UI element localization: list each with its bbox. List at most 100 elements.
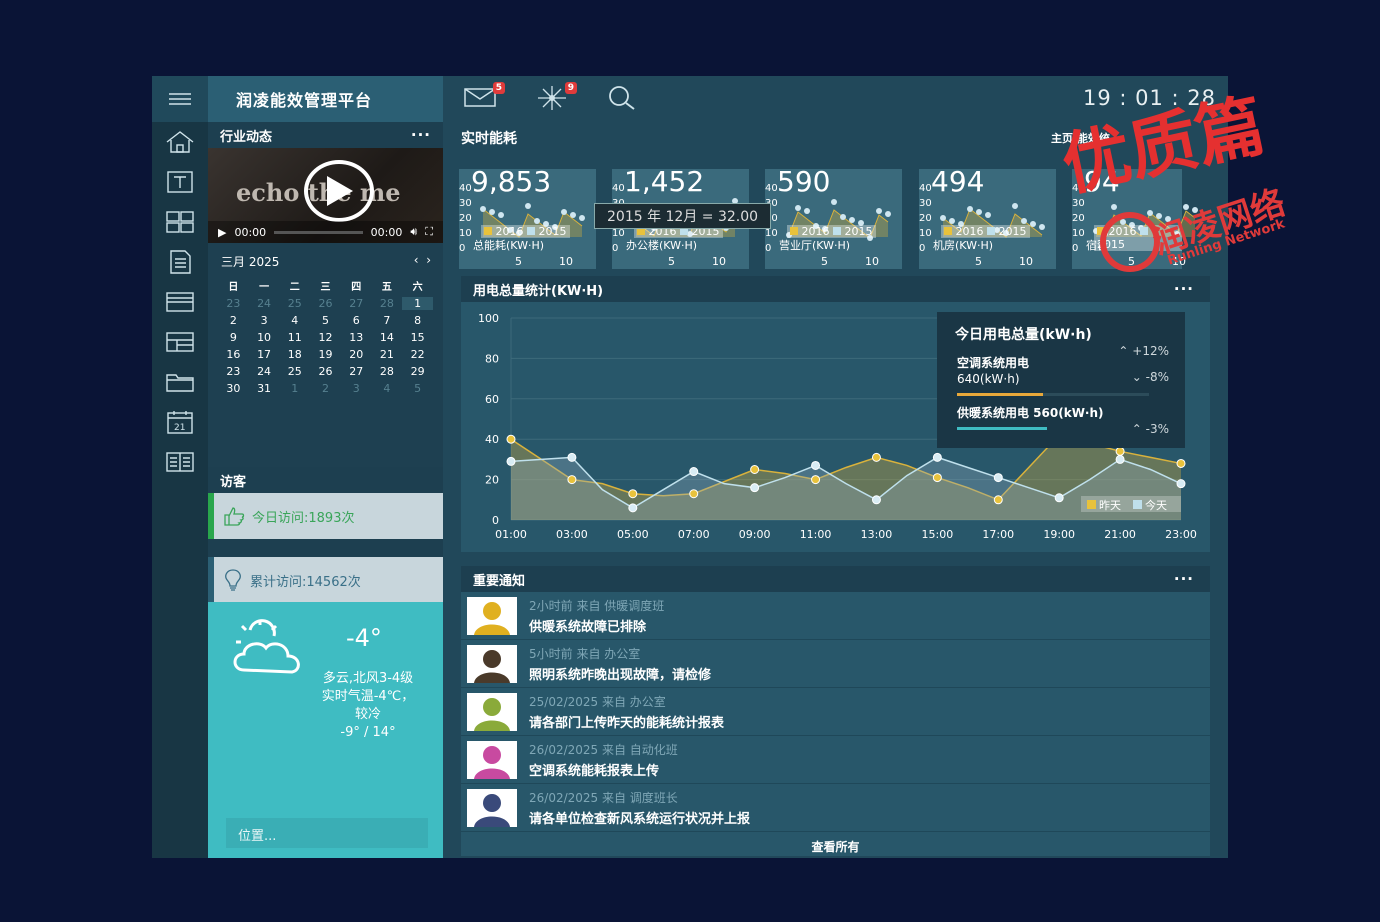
calendar-day[interactable]: 7 <box>372 314 403 327</box>
calendar-day[interactable]: 23 <box>218 297 249 310</box>
location-input[interactable]: 位置... <box>226 818 428 848</box>
notice-meta: 2小时前 来自 供暖调度班 <box>529 598 665 613</box>
news-video[interactable]: echo the me ▶ 00:00 00:00 🔊︎ ⛶ <box>208 148 443 243</box>
notice-item[interactable]: 25/02/2025 来自 办公室 请各部门上传昨天的能耗统计报表 <box>461 688 1210 736</box>
energy-card[interactable]: 9,853 40 30 20 10 0 2016 2015 总能耗(KW·H) 5 10 <box>459 165 596 269</box>
calendar-day[interactable]: 3 <box>341 382 372 395</box>
heat-bar <box>957 427 1047 430</box>
calendar-day[interactable]: 14 <box>372 331 403 344</box>
calendar-day[interactable]: 23 <box>218 365 249 378</box>
hamburger-menu-icon[interactable] <box>152 76 208 122</box>
calendar-day[interactable]: 28 <box>372 297 403 310</box>
see-all-link[interactable]: 查看所有 <box>461 832 1210 861</box>
calendar-day[interactable]: 26 <box>310 365 341 378</box>
document-icon[interactable] <box>152 242 208 282</box>
calendar-header: 三月 2025 ‹ › <box>218 249 433 278</box>
calendar-day[interactable]: 3 <box>249 314 280 327</box>
calendar-day[interactable]: 8 <box>402 314 433 327</box>
calendar-day[interactable]: 15 <box>402 331 433 344</box>
window-icon[interactable] <box>152 282 208 322</box>
grid-icon[interactable] <box>152 202 208 242</box>
calendar-day[interactable]: 1 <box>279 382 310 395</box>
mail-badge: 5 <box>492 82 505 94</box>
summary-total-pct: ⌃ +12% <box>1118 344 1169 358</box>
calendar-day[interactable]: 12 <box>310 331 341 344</box>
calendar-day[interactable]: 28 <box>372 365 403 378</box>
calendar-day[interactable]: 20 <box>341 348 372 361</box>
calendar-day[interactable]: 5 <box>402 382 433 395</box>
weather-condition: 多云,北风3-4级 <box>322 671 414 686</box>
chevron-right-icon[interactable]: › <box>426 253 431 267</box>
weather-desc: 多云,北风3-4级 实时气温-4℃，较冷 -9° / 14° <box>318 670 418 742</box>
usage-chart: 0 20 40 60 80 100 01:00 03:00 05:00 07:00 09:00 11:… <box>461 302 1210 550</box>
weekday-header: 三 <box>320 282 331 293</box>
chevron-left-icon[interactable]: ‹ <box>414 253 419 267</box>
x-tick-label: 15:00 <box>922 528 954 541</box>
calendar-day[interactable]: 4 <box>279 314 310 327</box>
volume-icon[interactable]: 🔊︎ <box>410 225 417 239</box>
mail-button[interactable]: 5 <box>463 82 505 112</box>
calendar-day[interactable]: 16 <box>218 348 249 361</box>
usage-more-button[interactable]: ··· <box>1174 280 1194 298</box>
calendar-day[interactable]: 5 <box>310 314 341 327</box>
notices-more-button[interactable]: ··· <box>1174 570 1194 588</box>
energy-card[interactable]: 494 40 30 20 10 0 2016 2015 机房(KW·H) 5 10 <box>919 165 1056 269</box>
notice-item[interactable]: 5小时前 来自 办公室 照明系统昨晚出现故障，请检修 <box>461 640 1210 688</box>
weekday-header: 日 <box>228 282 239 293</box>
calendar-day[interactable]: 13 <box>341 331 372 344</box>
x-tick-label: 03:00 <box>556 528 588 541</box>
data-point <box>932 473 942 483</box>
calendar-day[interactable]: 31 <box>249 382 280 395</box>
calendar-day[interactable]: 9 <box>218 331 249 344</box>
calendar-day[interactable]: 17 <box>249 348 280 361</box>
calendar-day[interactable]: 21 <box>372 348 403 361</box>
notice-item[interactable]: 2小时前 来自 供暖调度班 供暖系统故障已排除 <box>461 592 1210 640</box>
calendar-day[interactable]: 10 <box>249 331 280 344</box>
card-x-tick: 10 <box>712 255 726 268</box>
chevron-up-icon: ⌃ <box>1131 422 1146 436</box>
layout-icon[interactable] <box>152 322 208 362</box>
video-progress[interactable] <box>274 230 363 234</box>
energy-card[interactable]: 590 40 30 20 10 0 2016 2015 营业厅(KW·H) 5 10 <box>765 165 902 269</box>
calendar-day[interactable]: 25 <box>279 365 310 378</box>
calendar-day[interactable]: 24 <box>249 365 280 378</box>
calendar-icon[interactable]: 21 <box>152 402 208 442</box>
calendar-day[interactable]: 2 <box>310 382 341 395</box>
calendar-day[interactable]: 19 <box>310 348 341 361</box>
folder-icon[interactable] <box>152 362 208 402</box>
ac-label: 空调系统用电 <box>957 356 1030 370</box>
text-icon[interactable] <box>152 162 208 202</box>
alerts-button[interactable]: 9 <box>535 82 577 116</box>
notice-title: 空调系统能耗报表上传 <box>529 763 660 779</box>
notice-item[interactable]: 26/02/2025 来自 调度班长 请各单位检查新风系统运行状况并上报 <box>461 784 1210 832</box>
calendar-day[interactable]: 22 <box>402 348 433 361</box>
calendar-day[interactable]: 27 <box>341 297 372 310</box>
card-y-tick: 20 <box>459 213 472 224</box>
notice-item[interactable]: 26/02/2025 来自 自动化班 空调系统能耗报表上传 <box>461 736 1210 784</box>
alerts-badge: 9 <box>564 82 577 94</box>
thumbs-up-icon <box>224 507 245 526</box>
calendar-day[interactable]: 4 <box>372 382 403 395</box>
calendar-day[interactable]: 18 <box>279 348 310 361</box>
fullscreen-icon[interactable]: ⛶ <box>425 225 433 239</box>
home-icon[interactable] <box>152 122 208 162</box>
news-more-button[interactable]: ··· <box>411 126 431 144</box>
calendar-day[interactable]: 26 <box>310 297 341 310</box>
calendar-day[interactable]: 6 <box>341 314 372 327</box>
search-icon[interactable] <box>607 84 637 116</box>
data-point <box>932 452 942 462</box>
video-play-icon[interactable] <box>304 160 374 222</box>
video-play-small-icon[interactable]: ▶ <box>218 226 226 239</box>
notices-panel: 重要通知 ··· 2小时前 来自 供暖调度班 供暖系统故障已排除 5小时前 来自 办… <box>461 566 1210 856</box>
calendar-day[interactable]: 27 <box>341 365 372 378</box>
calendar-day[interactable]: 29 <box>402 365 433 378</box>
card-caption: 营业厅(KW·H) <box>779 239 851 252</box>
calendar-day[interactable]: 24 <box>249 297 280 310</box>
x-tick-label: 09:00 <box>739 528 771 541</box>
calendar-day[interactable]: 11 <box>279 331 310 344</box>
calendar-day[interactable]: 30 <box>218 382 249 395</box>
calendar-day[interactable]: 1 <box>402 297 433 310</box>
calendar-day[interactable]: 25 <box>279 297 310 310</box>
calendar-day[interactable]: 2 <box>218 314 249 327</box>
columns-icon[interactable] <box>152 442 208 482</box>
